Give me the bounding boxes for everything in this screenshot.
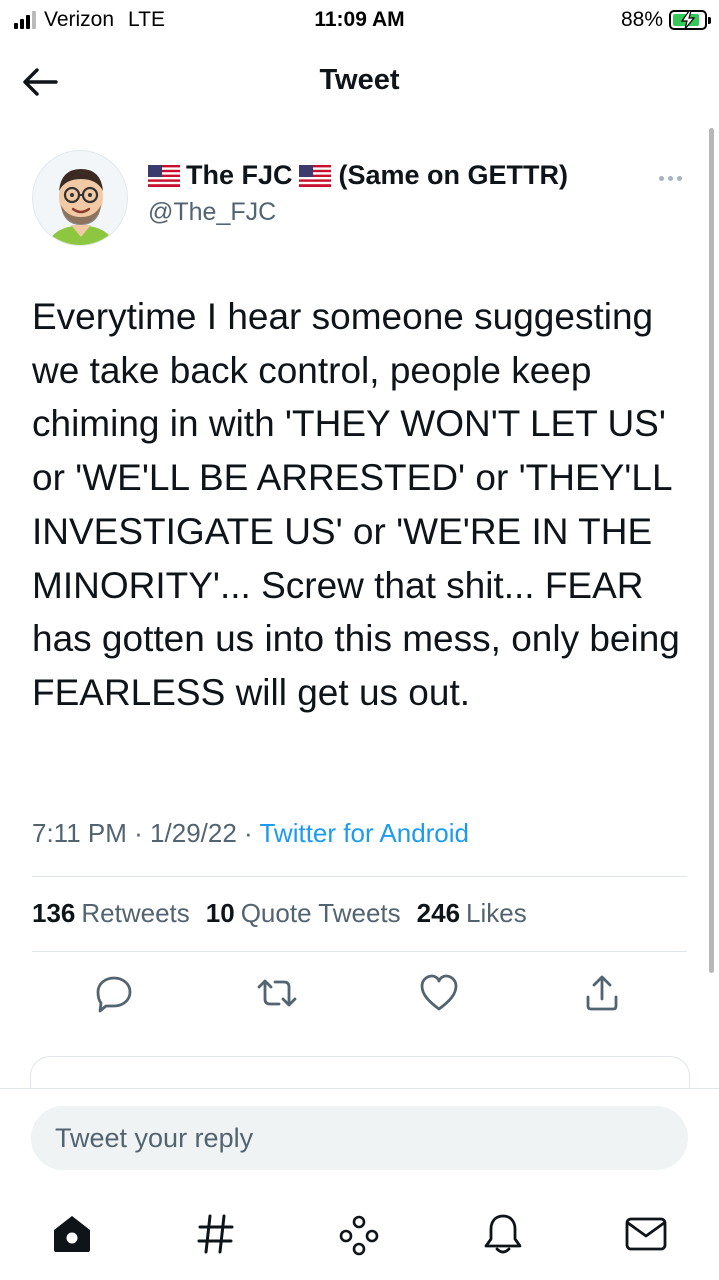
more-dots-icon: [658, 175, 664, 181]
bottom-nav: [0, 1188, 719, 1280]
charging-bolt-icon: [680, 11, 696, 29]
likes-count: 246: [416, 898, 461, 928]
battery-percent: 88%: [620, 8, 663, 31]
reply-input[interactable]: Tweet your reply: [31, 1106, 688, 1170]
display-name: The FJC: [186, 160, 293, 190]
page-title: Tweet: [319, 64, 400, 96]
display-name-suffix: (Same on GETTR): [338, 160, 569, 190]
retweets-label: Retweets: [81, 898, 190, 928]
nav-messages[interactable]: [622, 1210, 670, 1258]
explore-hashtag-icon: [197, 1214, 234, 1254]
divider: [32, 876, 687, 877]
like-button[interactable]: [414, 968, 464, 1018]
header: Tweet: [0, 40, 719, 120]
likes-stat[interactable]: 246 Likes: [417, 898, 527, 929]
divider: [32, 951, 687, 952]
status-bar: Verizon LTE 11:09 AM 88%: [0, 0, 719, 40]
tweet-time: 7:11 PM: [32, 818, 127, 848]
spaces-icon: [339, 1215, 379, 1256]
share-icon: [586, 975, 618, 1011]
avatar[interactable]: [32, 150, 128, 246]
nav-explore[interactable]: [192, 1210, 240, 1258]
battery-icon: [669, 10, 711, 30]
tweet-screen: Verizon LTE 11:09 AM 88% Tweet The FJC (…: [0, 0, 719, 1280]
avatar-bitmoji-icon: [33, 151, 127, 245]
more-options-button[interactable]: [650, 168, 690, 188]
meta-separator: ·: [134, 818, 143, 848]
tweet-stats: 136 Retweets 10 Quote Tweets 246 Likes: [32, 898, 543, 929]
home-icon: [54, 1216, 90, 1252]
reply-icon: [96, 976, 132, 1013]
status-time: 11:09 AM: [314, 8, 405, 31]
nav-notifications[interactable]: [479, 1210, 527, 1258]
share-button[interactable]: [577, 968, 627, 1018]
notifications-icon: [484, 1214, 522, 1254]
nav-home[interactable]: [48, 1210, 96, 1258]
tweet-actions: [0, 968, 719, 1018]
quote-tweets-label: Quote Tweets: [240, 898, 401, 928]
quote-tweets-stat[interactable]: 10 Quote Tweets: [206, 898, 401, 929]
messages-icon: [625, 1217, 667, 1251]
tweet-date: 1/29/22: [150, 818, 237, 848]
reply-button[interactable]: [89, 968, 139, 1018]
quote-tweets-count: 10: [205, 898, 235, 928]
reply-bar: Tweet your reply: [0, 1088, 719, 1188]
status-right: 88%: [620, 8, 711, 32]
retweet-icon: [257, 979, 297, 1007]
like-icon: [420, 974, 458, 1011]
tweet-text: Everytime I hear someone suggesting we t…: [32, 296, 680, 713]
us-flag-icon: [298, 164, 331, 187]
nav-spaces[interactable]: [335, 1210, 383, 1258]
scrollbar[interactable]: [709, 128, 714, 973]
retweets-count: 136: [32, 898, 76, 928]
likes-label: Likes: [466, 898, 527, 928]
user-handle[interactable]: @The_FJC: [148, 198, 276, 227]
us-flag-icon: [148, 164, 180, 187]
retweets-stat[interactable]: 136 Retweets: [32, 898, 190, 929]
author-name-row[interactable]: The FJC (Same on GETTR): [148, 160, 568, 191]
tweet-meta: 7:11 PM · 1/29/22 · Twitter for Android: [32, 818, 469, 849]
retweet-button[interactable]: [252, 968, 302, 1018]
meta-separator: ·: [244, 818, 253, 848]
tweet-source-link[interactable]: Twitter for Android: [259, 818, 469, 848]
